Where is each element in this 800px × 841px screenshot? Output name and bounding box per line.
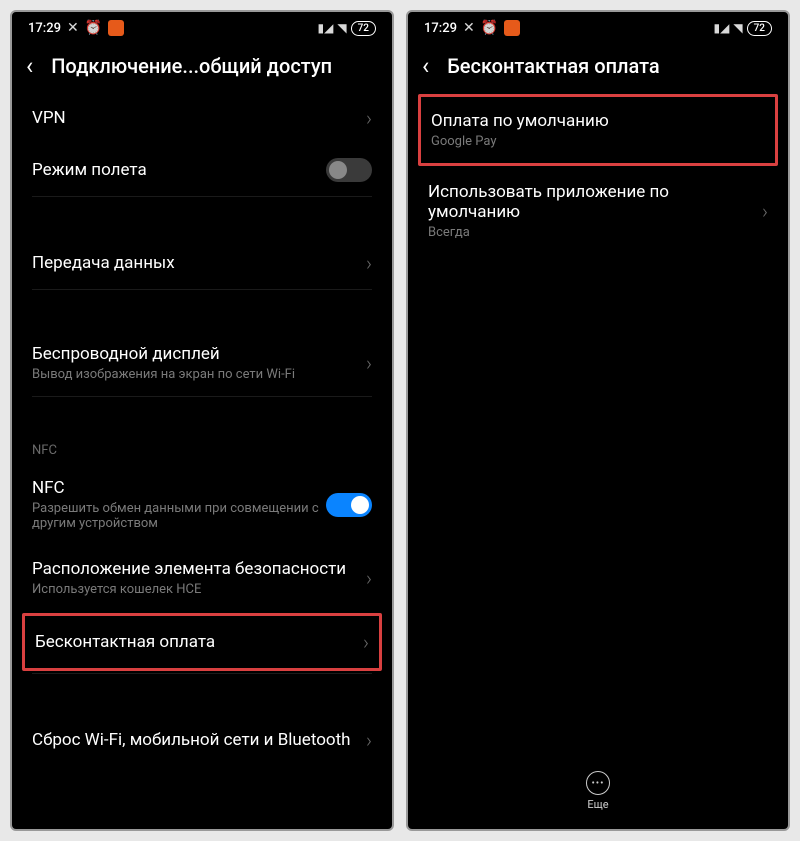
item-label: Бесконтактная оплата xyxy=(35,632,363,652)
highlighted-item: Бесконтактная оплата › xyxy=(22,613,382,671)
item-label: Беспроводной дисплей xyxy=(32,344,366,364)
item-label: Оплата по умолчанию xyxy=(431,111,765,131)
airplane-toggle[interactable] xyxy=(326,158,372,182)
statusbar: 17:29 ✕ ⏰ ▮◢ ◥ 72 xyxy=(408,12,788,44)
signal-icon: ▮◢ xyxy=(318,21,334,35)
chevron-right-icon: › xyxy=(366,566,372,590)
page-title: Подключение...общий доступ xyxy=(51,54,332,78)
item-label: Расположение элемента безопасности xyxy=(32,559,366,579)
item-contactless-pay[interactable]: Бесконтактная оплата › xyxy=(25,616,379,668)
item-label: Сброс Wi-Fi, мобильной сети и Bluetooth xyxy=(32,730,366,750)
more-label: Еще xyxy=(587,798,608,811)
header: ‹ Подключение...общий доступ xyxy=(12,44,392,92)
section-label-nfc: NFC xyxy=(12,437,392,464)
clock-time: 17:29 xyxy=(424,21,457,36)
item-sublabel: Разрешить обмен данными при совмещении с… xyxy=(32,501,326,531)
item-data[interactable]: Передача данных › xyxy=(12,237,392,289)
item-secure-element[interactable]: Расположение элемента безопасности Испол… xyxy=(12,545,392,611)
chevron-right-icon: › xyxy=(366,728,372,752)
more-button[interactable]: ••• Еще xyxy=(408,759,788,829)
wifi-icon: ◥ xyxy=(337,21,346,35)
dnd-icon: ✕ xyxy=(67,20,79,36)
highlighted-item: Оплата по умолчанию Google Pay xyxy=(418,94,778,166)
item-use-default-app[interactable]: Использовать приложение по умолчанию Все… xyxy=(408,168,788,254)
item-nfc[interactable]: NFC Разрешить обмен данными при совмещен… xyxy=(12,464,392,545)
item-sublabel: Всегда xyxy=(428,225,762,240)
battery-indicator: 72 xyxy=(351,21,376,36)
item-label: NFC xyxy=(32,478,326,498)
item-wireless-display[interactable]: Беспроводной дисплей Вывод изображения н… xyxy=(12,330,392,396)
item-airplane[interactable]: Режим полета xyxy=(12,144,392,196)
back-icon[interactable]: ‹ xyxy=(422,54,429,78)
wifi-icon: ◥ xyxy=(733,21,742,35)
chevron-right-icon: › xyxy=(762,199,768,223)
settings-list: VPN › Режим полета Передача данных › Бес… xyxy=(12,92,392,829)
item-sublabel: Используется кошелек HCE xyxy=(32,582,366,597)
app-notification-icon xyxy=(504,20,520,36)
item-sublabel: Google Pay xyxy=(431,134,765,149)
nfc-toggle[interactable] xyxy=(326,493,372,517)
more-icon: ••• xyxy=(586,771,610,795)
clock-time: 17:29 xyxy=(28,21,61,36)
chevron-right-icon: › xyxy=(363,630,369,654)
battery-indicator: 72 xyxy=(747,21,772,36)
item-label: VPN xyxy=(32,108,366,128)
item-reset-network[interactable]: Сброс Wi-Fi, мобильной сети и Bluetooth … xyxy=(12,714,392,766)
page-title: Бесконтактная оплата xyxy=(447,54,659,78)
header: ‹ Бесконтактная оплата xyxy=(408,44,788,92)
phone-screen-2: 17:29 ✕ ⏰ ▮◢ ◥ 72 ‹ Бесконтактная оплата… xyxy=(406,10,790,831)
chevron-right-icon: › xyxy=(366,351,372,375)
phone-screen-1: 17:29 ✕ ⏰ ▮◢ ◥ 72 ‹ Подключение...общий … xyxy=(10,10,394,831)
app-notification-icon xyxy=(108,20,124,36)
item-label: Режим полета xyxy=(32,160,326,180)
alarm-icon: ⏰ xyxy=(85,20,102,36)
item-default-payment[interactable]: Оплата по умолчанию Google Pay xyxy=(421,97,775,163)
item-vpn[interactable]: VPN › xyxy=(12,92,392,144)
item-sublabel: Вывод изображения на экран по сети Wi-Fi xyxy=(32,367,366,382)
signal-icon: ▮◢ xyxy=(714,21,730,35)
item-label: Использовать приложение по умолчанию xyxy=(428,182,762,222)
item-label: Передача данных xyxy=(32,253,366,273)
chevron-right-icon: › xyxy=(366,251,372,275)
back-icon[interactable]: ‹ xyxy=(26,54,33,78)
settings-list: Оплата по умолчанию Google Pay Использов… xyxy=(408,92,788,759)
chevron-right-icon: › xyxy=(366,106,372,130)
statusbar: 17:29 ✕ ⏰ ▮◢ ◥ 72 xyxy=(12,12,392,44)
dnd-icon: ✕ xyxy=(463,20,475,36)
alarm-icon: ⏰ xyxy=(481,20,498,36)
